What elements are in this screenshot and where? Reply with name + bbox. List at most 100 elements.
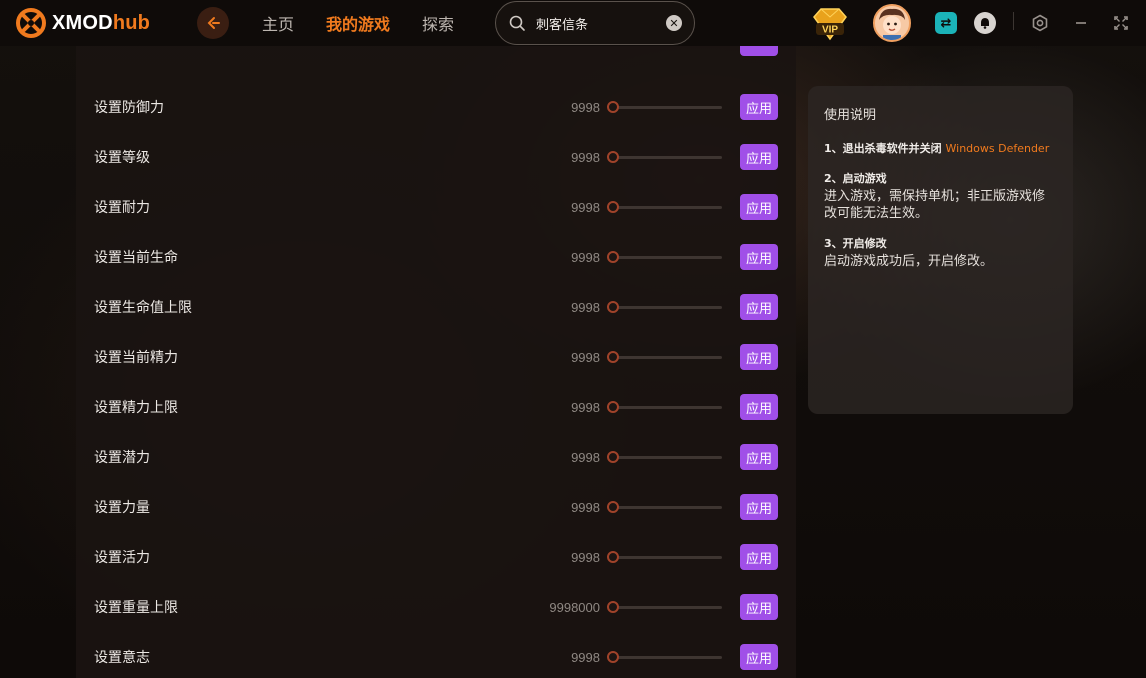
cheat-value: 9998000 <box>549 599 600 615</box>
value-slider-handle[interactable] <box>607 601 619 613</box>
swap-icon[interactable]: ⇄ <box>935 12 957 34</box>
cheat-value: 9998 <box>571 499 600 515</box>
cheat-label: 设置力量 <box>94 500 150 516</box>
step-2-heading: 2、启动游戏 <box>824 172 887 185</box>
step-2-body: 进入游戏，需保持单机；非正版游戏修改可能无法生效。 <box>824 189 1046 221</box>
minimize-icon[interactable] <box>1070 12 1092 34</box>
cheat-value: 9998 <box>571 399 600 415</box>
step-1-heading: 1、退出杀毒软件并关闭 <box>824 142 942 155</box>
apply-button[interactable]: 应用 <box>740 294 778 320</box>
search-box[interactable]: 刺客信条 ✕ <box>495 1 695 45</box>
avatar[interactable] <box>873 4 911 42</box>
avatar-face-icon <box>875 6 909 40</box>
value-slider-track[interactable] <box>612 106 722 109</box>
apply-button[interactable]: 应用 <box>740 344 778 370</box>
value-slider-track[interactable] <box>612 556 722 559</box>
cheat-row: 设置等级 9998 应用 <box>76 132 796 182</box>
apply-button[interactable]: 应用 <box>740 644 778 670</box>
apply-button[interactable]: 应用 <box>740 494 778 520</box>
cheat-label: 设置生命值上限 <box>94 300 192 316</box>
search-input[interactable]: 刺客信条 <box>536 14 666 33</box>
apply-button[interactable]: 应用 <box>740 144 778 170</box>
cheat-row: 设置防御力 9998 应用 <box>76 82 796 132</box>
instruction-step-1: 1、退出杀毒软件并关闭 Windows Defender <box>824 141 1057 157</box>
value-slider-handle[interactable] <box>607 251 619 263</box>
apply-button[interactable]: 应用 <box>740 94 778 120</box>
instruction-step-2: 2、启动游戏 进入游戏，需保持单机；非正版游戏修改可能无法生效。 <box>824 171 1057 222</box>
value-slider-track[interactable] <box>612 156 722 159</box>
cheat-row: 设置重量上限 9998000 应用 <box>76 582 796 632</box>
instructions-panel: 使用说明 1、退出杀毒软件并关闭 Windows Defender 2、启动游戏… <box>808 86 1073 414</box>
vip-badge-icon[interactable]: VIP <box>810 5 850 43</box>
xmod-logo-icon <box>16 8 46 38</box>
cheat-label: 设置当前生命 <box>94 250 178 266</box>
value-slider-handle[interactable] <box>607 551 619 563</box>
cheat-value: 9998 <box>571 649 600 665</box>
apply-button[interactable]: 应用 <box>740 444 778 470</box>
value-slider-handle[interactable] <box>607 351 619 363</box>
value-slider-handle[interactable] <box>607 651 619 663</box>
cheat-label: 设置精力上限 <box>94 400 178 416</box>
gear-icon[interactable] <box>1029 12 1051 34</box>
cheat-value: 9998 <box>571 99 600 115</box>
fullscreen-icon[interactable] <box>1110 12 1132 34</box>
cheat-label: 设置活力 <box>94 550 150 566</box>
step-3-heading: 3、开启修改 <box>824 237 887 250</box>
search-icon <box>509 15 525 31</box>
value-slider-track[interactable] <box>612 306 722 309</box>
logo-text-main: XMOD <box>52 11 113 34</box>
cheat-list-panel: 设置防御力 9998 应用 设置等级 9998 应用 设置耐力 9998 应用 设置当前生命 999… <box>76 46 796 678</box>
cheat-label: 设置等级 <box>94 150 150 166</box>
value-slider-track[interactable] <box>612 506 722 509</box>
instructions-title: 使用说明 <box>824 108 877 123</box>
cheat-row: 设置当前精力 9998 应用 <box>76 332 796 382</box>
back-button[interactable] <box>197 7 229 39</box>
apply-button[interactable]: 应用 <box>740 594 778 620</box>
cheat-label: 设置潜力 <box>94 450 150 466</box>
app-logo[interactable]: XMODhub <box>16 8 176 38</box>
cheat-value: 9998 <box>571 449 600 465</box>
nav-item-my-games[interactable]: 我的游戏 <box>326 11 390 35</box>
value-slider-track[interactable] <box>612 606 722 609</box>
step-1-highlight: Windows Defender <box>945 142 1050 155</box>
logo-text: XMODhub <box>52 12 150 35</box>
main-nav: 主页 我的游戏 探索 <box>262 0 486 46</box>
apply-button[interactable]: 应用 <box>740 244 778 270</box>
cheat-label: 设置意志 <box>94 650 150 666</box>
apply-button[interactable]: 应用 <box>740 194 778 220</box>
value-slider-handle[interactable] <box>607 151 619 163</box>
cheat-label: 设置耐力 <box>94 200 150 216</box>
cheat-value: 9998 <box>571 549 600 565</box>
value-slider-handle[interactable] <box>607 501 619 513</box>
value-slider-handle[interactable] <box>607 201 619 213</box>
apply-button[interactable]: 应用 <box>740 394 778 420</box>
value-slider-track[interactable] <box>612 656 722 659</box>
cheat-value: 9998 <box>571 149 600 165</box>
value-slider-handle[interactable] <box>607 101 619 113</box>
bell-icon[interactable] <box>974 12 996 34</box>
value-slider-track[interactable] <box>612 406 722 409</box>
cheat-row: 设置潜力 9998 应用 <box>76 432 796 482</box>
step-3-body: 启动游戏成功后，开启修改。 <box>824 254 994 269</box>
value-slider-handle[interactable] <box>607 301 619 313</box>
apply-button[interactable]: 应用 <box>740 544 778 570</box>
nav-item-explore[interactable]: 探索 <box>422 11 454 35</box>
value-slider-handle[interactable] <box>607 451 619 463</box>
top-bar: XMODhub 主页 我的游戏 探索 刺客信条 ✕ VIP ⇄ <box>0 0 1146 46</box>
cheat-value: 9998 <box>571 249 600 265</box>
apply-button-partial[interactable] <box>740 46 778 56</box>
value-slider-track[interactable] <box>612 356 722 359</box>
back-arrow-icon <box>207 17 220 29</box>
value-slider-handle[interactable] <box>607 401 619 413</box>
logo-text-accent: hub <box>112 11 151 34</box>
value-slider-track[interactable] <box>612 256 722 259</box>
nav-item-home[interactable]: 主页 <box>262 11 294 35</box>
instruction-step-3: 3、开启修改 启动游戏成功后，开启修改。 <box>824 236 1057 270</box>
cheat-row: 设置活力 9998 应用 <box>76 532 796 582</box>
value-slider-track[interactable] <box>612 456 722 459</box>
clear-search-icon[interactable]: ✕ <box>666 15 682 31</box>
cheat-row: 设置意志 9998 应用 <box>76 632 796 678</box>
vip-label: VIP <box>822 25 838 36</box>
cheat-row: 设置当前生命 9998 应用 <box>76 232 796 282</box>
value-slider-track[interactable] <box>612 206 722 209</box>
